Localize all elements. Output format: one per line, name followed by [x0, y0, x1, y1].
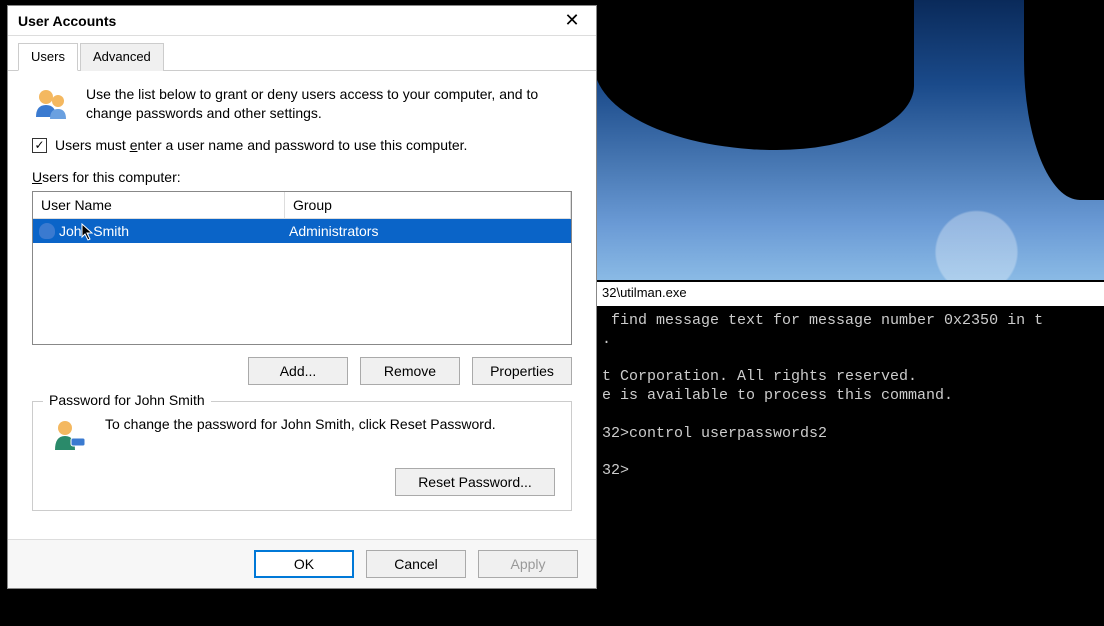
- dialog-title: User Accounts: [18, 13, 116, 29]
- user-accounts-dialog: User Accounts ✕ Users Advanced Use the l…: [7, 5, 597, 589]
- cmd-window-title: 32\utilman.exe: [596, 282, 1104, 306]
- user-group-cell: Administrators: [285, 223, 571, 239]
- cancel-button[interactable]: Cancel: [366, 550, 466, 578]
- tabstrip: Users Advanced: [8, 36, 596, 71]
- users-icon: [32, 85, 70, 123]
- password-groupbox: Password for John Smith To change the pa…: [32, 401, 572, 511]
- users-listview[interactable]: User Name Group John Smith Administrator…: [32, 191, 572, 345]
- listview-header[interactable]: User Name Group: [33, 192, 571, 219]
- tab-users[interactable]: Users: [18, 43, 78, 71]
- tab-advanced[interactable]: Advanced: [80, 43, 164, 71]
- close-button[interactable]: ✕: [552, 8, 592, 34]
- column-group[interactable]: Group: [285, 192, 571, 218]
- apply-button[interactable]: Apply: [478, 550, 578, 578]
- require-password-checkbox-row[interactable]: ✓ Users must enter a user name and passw…: [32, 137, 572, 153]
- password-instruction-text: To change the password for John Smith, c…: [105, 416, 496, 432]
- users-list-label: Users for this computer:: [32, 169, 572, 185]
- add-button[interactable]: Add...: [248, 357, 348, 385]
- intro-text: Use the list below to grant or deny user…: [86, 85, 572, 123]
- column-user-name[interactable]: User Name: [33, 192, 285, 218]
- user-icon: [39, 223, 55, 239]
- users-pane: Use the list below to grant or deny user…: [8, 71, 596, 539]
- remove-button[interactable]: Remove: [360, 357, 460, 385]
- password-group-title: Password for John Smith: [43, 392, 211, 408]
- dialog-footer: OK Cancel Apply: [8, 539, 596, 588]
- wallpaper-highlight: [594, 0, 1104, 280]
- ok-button[interactable]: OK: [254, 550, 354, 578]
- require-password-label: Users must enter a user name and passwor…: [55, 137, 467, 153]
- cmd-window-body[interactable]: find message text for message number 0x2…: [596, 306, 1104, 626]
- list-buttons: Add... Remove Properties: [32, 357, 572, 385]
- require-password-checkbox[interactable]: ✓: [32, 138, 47, 153]
- properties-button[interactable]: Properties: [472, 357, 572, 385]
- user-row[interactable]: John Smith Administrators: [33, 219, 571, 243]
- intro-section: Use the list below to grant or deny user…: [32, 85, 572, 123]
- reset-password-button[interactable]: Reset Password...: [395, 468, 555, 496]
- password-icon: [49, 416, 87, 454]
- user-name-cell: John Smith: [59, 223, 129, 239]
- titlebar[interactable]: User Accounts ✕: [8, 6, 596, 36]
